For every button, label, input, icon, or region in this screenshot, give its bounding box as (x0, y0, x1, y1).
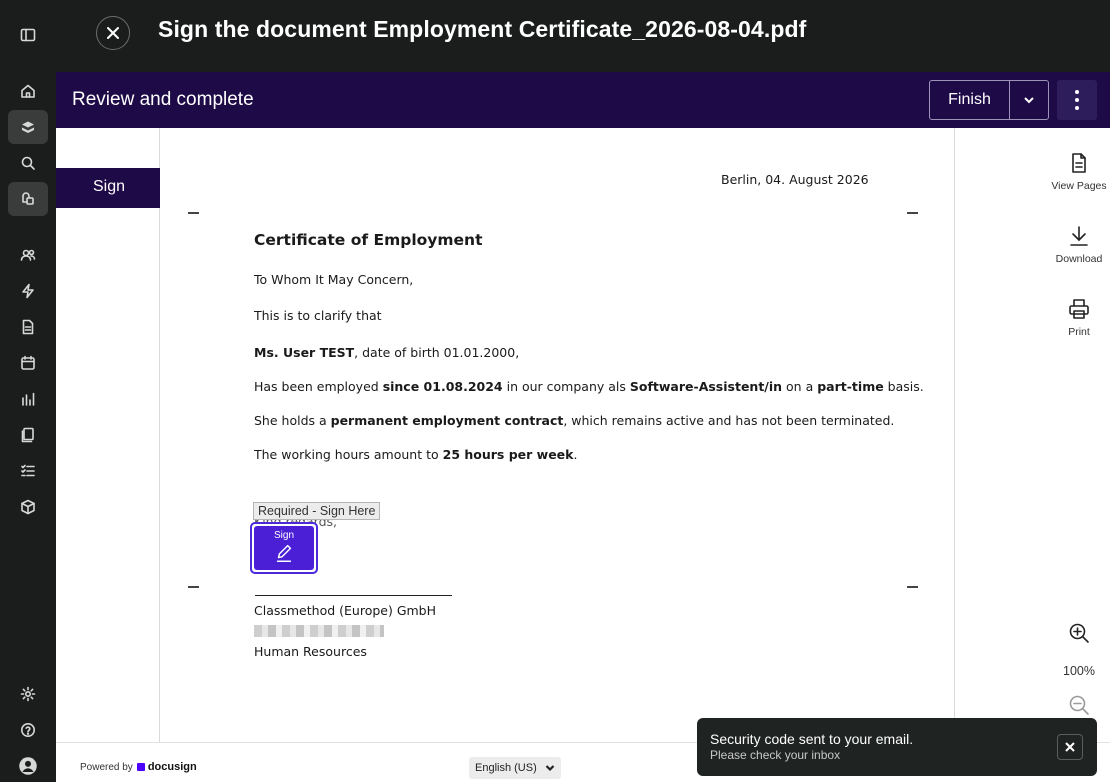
toast-message: Please check your inbox (710, 748, 841, 762)
zoom-level: 100% (1063, 664, 1095, 678)
contacts-icon[interactable] (8, 238, 48, 272)
templates-icon[interactable] (8, 310, 48, 344)
download-icon (1070, 226, 1088, 246)
toast-title: Security code sent to your email. (710, 731, 914, 747)
docusign-logo: docusign (136, 761, 197, 773)
kebab-icon (1075, 88, 1079, 112)
automation-icon[interactable] (8, 274, 48, 308)
checklist-icon[interactable] (8, 454, 48, 488)
calendar-icon[interactable] (8, 346, 48, 380)
page-corner-mark (188, 586, 199, 588)
user-avatar-icon[interactable] (8, 749, 48, 782)
printer-icon (1069, 299, 1089, 319)
home-icon[interactable] (8, 74, 48, 108)
page-corner-mark (188, 212, 199, 214)
review-bar: Review and complete Finish (56, 72, 1110, 128)
app-rail (0, 0, 56, 782)
download-button[interactable]: Download (1043, 225, 1110, 265)
language-select[interactable]: English (US) (469, 757, 561, 779)
redacted-name (254, 625, 384, 637)
intro-line: This is to clarify that (254, 308, 382, 323)
required-sign-here-label: Required - Sign Here (253, 502, 381, 520)
chevron-down-icon (1024, 97, 1034, 104)
certificate-title: Certificate of Employment (254, 231, 483, 249)
document-title: Sign the document Employment Certificate… (158, 16, 807, 42)
language-value: English (US) (475, 762, 537, 774)
powered-by: Powered by docusign (80, 761, 197, 773)
workflow-icon[interactable] (8, 182, 48, 216)
sign-flag-label: Sign (93, 178, 126, 195)
settings-gear-icon[interactable] (8, 677, 48, 711)
page-corner-mark (907, 212, 918, 214)
employment-line: Has been employed since 01.08.2024 in ou… (254, 379, 924, 394)
department: Human Resources (254, 644, 367, 659)
print-label: Print (1068, 326, 1090, 338)
sidebar-toggle-icon[interactable] (8, 18, 48, 52)
company-name: Classmethod (Europe) GmbH (254, 603, 437, 618)
page-corner-mark (907, 586, 918, 588)
powered-by-text: Powered by (80, 761, 133, 773)
close-icon (107, 27, 119, 39)
close-icon (1065, 742, 1075, 752)
sign-navigation-flag[interactable]: Sign (56, 168, 176, 208)
hours-line: The working hours amount to 25 hours per… (254, 447, 578, 462)
date-line: Berlin, 04. August 2026 (721, 172, 869, 187)
help-icon[interactable] (8, 713, 48, 747)
agreements-icon[interactable] (8, 110, 48, 144)
package-icon[interactable] (8, 490, 48, 524)
sign-here-tag[interactable]: Sign (250, 522, 318, 574)
toast-close-button[interactable] (1057, 734, 1083, 760)
tools-panel: View Pages Download Print 100% (954, 128, 1110, 742)
finish-button-group: Finish (929, 80, 1049, 120)
zoom-in-icon (1069, 623, 1089, 643)
reports-icon[interactable] (8, 382, 48, 416)
finish-button[interactable]: Finish (930, 81, 1010, 119)
print-button[interactable]: Print (1043, 298, 1110, 338)
zoom-out-button[interactable] (1043, 694, 1110, 716)
download-label: Download (1055, 253, 1103, 265)
more-options-button[interactable] (1057, 80, 1097, 120)
close-button[interactable] (96, 16, 130, 50)
document-page: Berlin, 04. August 2026 Certificate of E… (160, 128, 954, 742)
documents-icon[interactable] (8, 418, 48, 452)
chevron-down-icon (545, 765, 555, 772)
review-title: Review and complete (72, 89, 254, 110)
view-pages-button[interactable]: View Pages (1043, 152, 1110, 192)
document-gutter (56, 128, 160, 742)
search-icon[interactable] (8, 146, 48, 180)
view-pages-label: View Pages (1051, 180, 1107, 192)
salutation: To Whom It May Concern, (254, 272, 414, 287)
pen-icon (276, 544, 292, 562)
document-pages-icon (1072, 153, 1086, 173)
finish-options-button[interactable] (1010, 81, 1048, 119)
security-code-toast: Security code sent to your email. Please… (697, 718, 1097, 776)
person-line: Ms. User TEST, date of birth 01.01.2000, (254, 345, 520, 360)
docusign-logo-icon (136, 763, 145, 771)
zoom-out-icon (1069, 695, 1089, 715)
sign-tag-label: Sign (273, 530, 294, 541)
zoom-in-button[interactable] (1043, 622, 1110, 644)
contract-line: She holds a permanent employment contrac… (254, 413, 895, 428)
signature-line (255, 595, 452, 596)
top-header: Sign the document Employment Certificate… (56, 0, 1110, 72)
